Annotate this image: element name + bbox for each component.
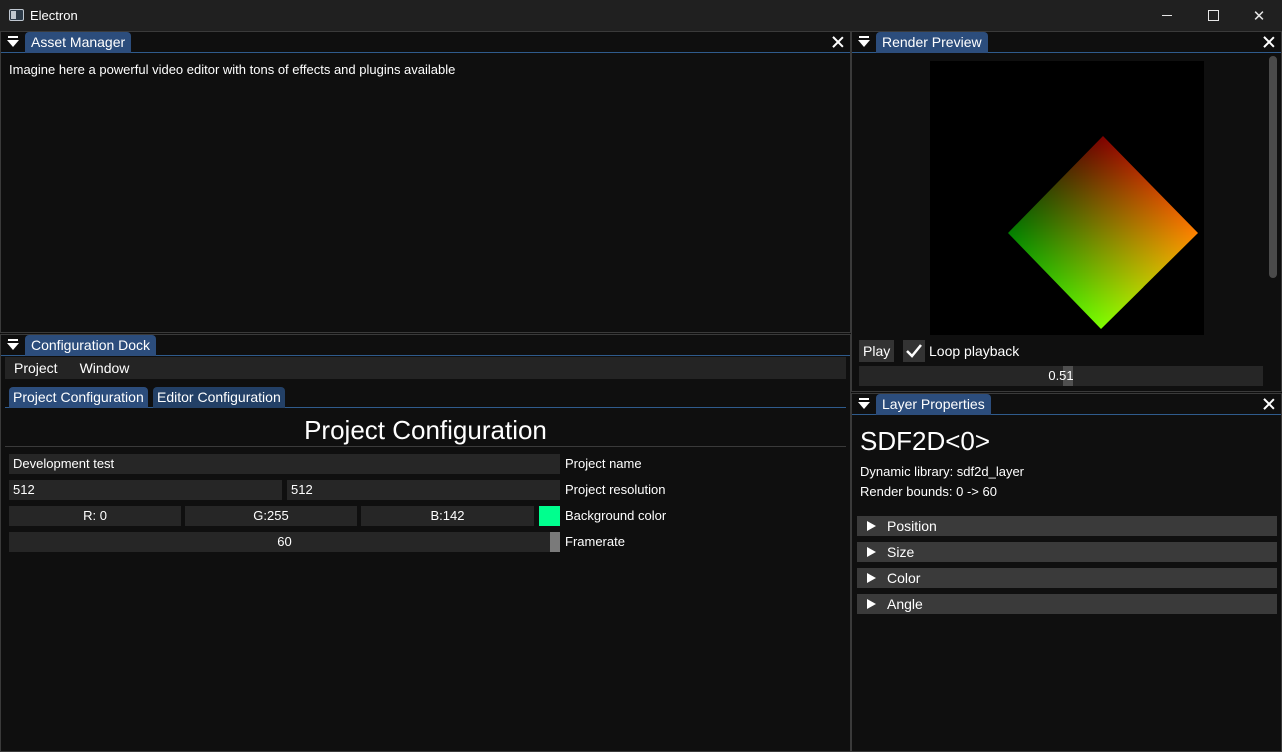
menu-window[interactable]: Window (72, 357, 138, 379)
section-label: Angle (887, 596, 923, 612)
tab-asset-manager[interactable]: Asset Manager (25, 32, 132, 53)
project-name-input[interactable]: Development test (9, 454, 560, 474)
tab-layer-properties[interactable]: Layer Properties (876, 394, 991, 415)
section-label: Color (887, 570, 921, 586)
minimize-icon (1162, 15, 1172, 16)
expand-arrow-icon (867, 521, 876, 531)
layer-properties-panel: Layer Properties SDF2D<0> Dynamic librar… (851, 393, 1282, 752)
configuration-dock-panel: Configuration Dock Project Window Projec… (0, 334, 851, 752)
tab-render-preview[interactable]: Render Preview (876, 32, 988, 53)
project-name-label: Project name (565, 456, 642, 471)
menu-project[interactable]: Project (6, 357, 66, 379)
play-button[interactable]: Play (859, 340, 895, 362)
resolution-width-input[interactable]: 512 (9, 480, 282, 500)
close-panel-icon[interactable] (1261, 34, 1277, 50)
panel-header: Layer Properties (852, 394, 1281, 415)
framerate-label: Framerate (565, 534, 625, 549)
close-icon: ✕ (1252, 7, 1266, 25)
expand-arrow-icon (867, 547, 876, 557)
panel-header: Configuration Dock (1, 335, 850, 356)
asset-manager-panel: Asset Manager Imagine here a powerful vi… (0, 31, 851, 333)
render-canvas (930, 61, 1204, 335)
render-preview-panel: Render Preview Play Loop playback 0.51 (851, 31, 1282, 392)
close-panel-icon[interactable] (1261, 396, 1277, 412)
section-position[interactable]: Position (857, 516, 1277, 536)
section-label: Position (887, 518, 937, 534)
dock-menu-icon[interactable] (858, 398, 870, 410)
expand-arrow-icon (867, 573, 876, 583)
maximize-icon (1207, 10, 1219, 21)
layer-title: SDF2D<0> (860, 426, 991, 456)
loop-label: Loop playback (929, 343, 1020, 359)
tab-editor-configuration[interactable]: Editor Configuration (153, 387, 285, 408)
timeline-value: 0.51 (1048, 368, 1074, 383)
tab-configuration-dock[interactable]: Configuration Dock (25, 335, 157, 356)
close-window-button[interactable]: ✕ (1236, 0, 1282, 31)
menu-bar: Project Window (5, 357, 846, 379)
section-label: Size (887, 544, 915, 560)
close-panel-icon[interactable] (830, 34, 846, 50)
background-color-label: Background color (565, 508, 667, 523)
section-angle[interactable]: Angle (857, 594, 1277, 614)
timeline-slider[interactable]: 0.51 (859, 366, 1263, 386)
loop-checkbox[interactable] (903, 340, 925, 362)
maximize-button[interactable] (1190, 0, 1236, 31)
config-tabs: Project Configuration Editor Configurati… (5, 387, 846, 408)
panel-header: Asset Manager (1, 32, 850, 53)
dock-menu-icon[interactable] (858, 36, 870, 48)
resolution-height-input[interactable]: 512 (287, 480, 560, 500)
color-red-input[interactable]: R: 0 (9, 506, 181, 526)
app-icon (9, 9, 24, 21)
tab-project-configuration[interactable]: Project Configuration (9, 387, 148, 408)
page-title: Project Configuration (5, 413, 846, 447)
color-blue-input[interactable]: B:142 (361, 506, 534, 526)
section-size[interactable]: Size (857, 542, 1277, 562)
framerate-value: 60 (277, 534, 292, 549)
window-titlebar: Electron ✕ (0, 0, 1282, 31)
framerate-slider[interactable]: 60 (9, 532, 560, 552)
preview-scrollbar[interactable] (1269, 56, 1277, 278)
checkmark-icon (906, 344, 922, 358)
minimize-button[interactable] (1144, 0, 1190, 31)
panel-header: Render Preview (852, 32, 1281, 53)
color-green-input[interactable]: G:255 (185, 506, 357, 526)
section-color[interactable]: Color (857, 568, 1277, 588)
render-bounds-text: Render bounds: 0 -> 60 (860, 484, 997, 499)
asset-manager-text: Imagine here a powerful video editor wit… (9, 62, 456, 77)
rendered-diamond (1008, 136, 1198, 329)
dock-menu-icon[interactable] (7, 36, 19, 48)
window-title: Electron (30, 8, 78, 23)
dynamic-library-text: Dynamic library: sdf2d_layer (860, 464, 1025, 479)
dock-menu-icon[interactable] (7, 339, 19, 351)
slider-handle[interactable] (550, 532, 560, 552)
project-resolution-label: Project resolution (565, 482, 666, 497)
expand-arrow-icon (867, 599, 876, 609)
background-color-swatch[interactable] (539, 506, 560, 526)
